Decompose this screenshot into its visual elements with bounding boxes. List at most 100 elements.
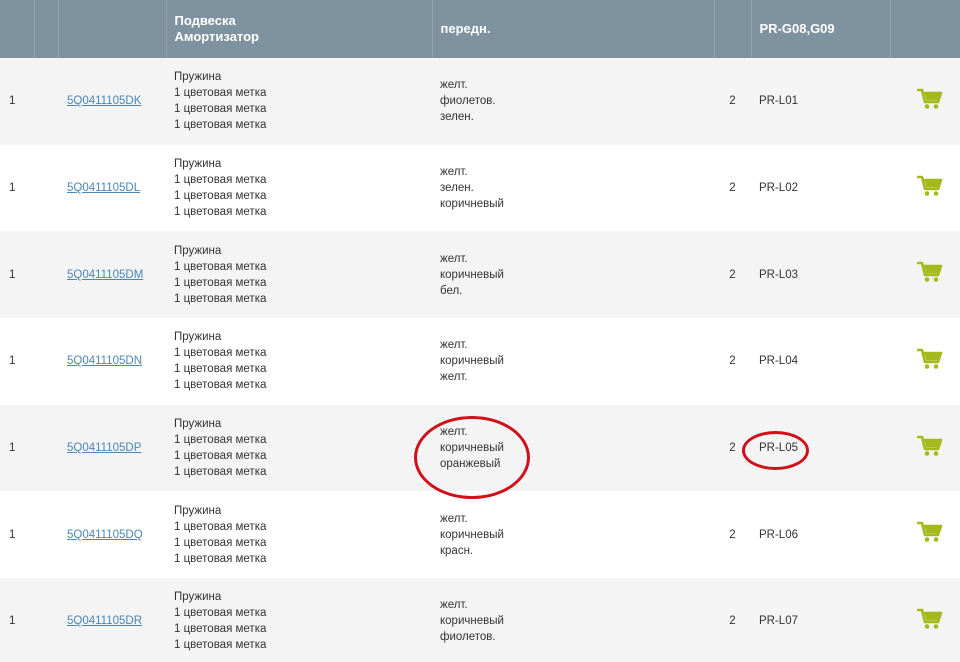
part-number-link[interactable]: 5Q0411105DM [67, 269, 143, 281]
shopping-cart-icon[interactable] [916, 521, 943, 543]
color-line: желт. [440, 79, 468, 92]
table-row: 1 5Q0411105DL Пружина 1 цветовая метка 1 цве… [0, 144, 960, 232]
part-number-cell: 5Q0411105DR [58, 578, 166, 662]
color-line: фиолетов. [440, 95, 496, 108]
row-spacer [34, 145, 58, 232]
header-col-cart [890, 0, 960, 58]
header-col-part [58, 0, 167, 58]
table-header: Подвеска Амортизатор передн. PR-G08,G09 [0, 0, 960, 58]
cart-cell [890, 145, 960, 232]
description-line: Пружина [174, 331, 222, 344]
pr-code: PR-L02 [759, 182, 798, 195]
shopping-cart-icon[interactable] [916, 175, 943, 197]
table-row: 1 5Q0411105DR Пружина 1 цветовая метка 1 цве… [0, 578, 960, 662]
part-number-link[interactable]: 5Q0411105DP [67, 442, 141, 454]
row-number: 1 [9, 95, 16, 108]
description-cell: Пружина 1 цветовая метка 1 цветовая метка 1… [166, 231, 432, 318]
table-row: 1 5Q0411105DP Пружина 1 цветовая метка 1 цве… [0, 404, 960, 492]
color-line: желт. [440, 339, 468, 352]
description-line: 1 цветовая метка [174, 623, 267, 636]
table-row: 1 5Q0411105DK Пружина 1 цветовая метка 1 цве… [0, 58, 960, 145]
description-line: 1 цветовая метка [174, 434, 267, 447]
color-line: желт. [440, 426, 468, 439]
table-body: 1 5Q0411105DK Пружина 1 цветовая метка 1 цве… [0, 58, 960, 662]
part-number-link[interactable]: 5Q0411105DR [67, 615, 142, 627]
shopping-cart-icon[interactable] [916, 348, 943, 370]
part-number-cell: 5Q0411105DN [58, 318, 166, 405]
description-line: 1 цветовая метка [174, 190, 267, 203]
color-marks-cell: желт. коричневый желт. [432, 318, 714, 405]
part-number-link[interactable]: 5Q0411105DL [67, 182, 140, 194]
quantity: 2 [729, 355, 736, 368]
description-line: 1 цветовая метка [174, 119, 267, 132]
color-marks-cell: желт. коричневый красн. [432, 491, 714, 578]
color-line: бел. [440, 284, 463, 297]
color-line: желт. [440, 166, 468, 179]
table-row: 1 5Q0411105DM Пружина 1 цветовая метка 1 цве… [0, 231, 960, 319]
shopping-cart-icon[interactable] [916, 435, 943, 457]
color-line: желт. [440, 512, 468, 525]
color-marks-cell: желт. коричневый бел. [432, 231, 714, 318]
shopping-cart-icon[interactable] [916, 608, 943, 630]
row-number: 1 [9, 615, 16, 628]
description-line: Пружина [174, 418, 222, 431]
row-spacer [34, 58, 58, 145]
color-line: зелен. [440, 182, 474, 195]
description-line: Пружина [174, 591, 222, 604]
header-row: Подвеска Амортизатор передн. PR-G08,G09 [0, 0, 960, 58]
cart-cell [890, 318, 960, 405]
cart-cell [890, 578, 960, 662]
color-line: желт. [440, 252, 468, 265]
description-cell: Пружина 1 цветовая метка 1 цветовая метка 1… [166, 58, 432, 145]
row-spacer [34, 491, 58, 578]
description-line: 1 цветовая метка [174, 276, 267, 289]
header-col-qty [714, 0, 752, 58]
description-line: 1 цветовая метка [174, 87, 267, 100]
part-number-link[interactable]: 5Q0411105DK [67, 95, 141, 107]
row-spacer [34, 231, 58, 318]
part-number-link[interactable]: 5Q0411105DQ [67, 529, 143, 541]
color-line: оранжевый [440, 458, 501, 471]
row-number: 1 [9, 442, 16, 455]
description-line: 1 цветовая метка [174, 260, 267, 273]
description-line: 1 цветовая метка [174, 292, 267, 305]
shopping-cart-icon[interactable] [916, 88, 943, 110]
pr-code: PR-L04 [759, 355, 798, 368]
description-line: 1 цветовая метка [174, 174, 267, 187]
header-col-description: Подвеска Амортизатор [166, 0, 433, 58]
description-line: 1 цветовая метка [174, 552, 267, 565]
pr-code: PR-L01 [759, 95, 798, 108]
table-row: 1 5Q0411105DN Пружина 1 цветовая метка 1 цве… [0, 318, 960, 405]
color-line: желт. [440, 371, 468, 384]
part-number-link[interactable]: 5Q0411105DN [67, 355, 142, 367]
row-number: 1 [9, 355, 16, 368]
cart-cell [890, 491, 960, 578]
header-col-blank [34, 0, 59, 58]
color-line: коричневый [440, 355, 504, 368]
description-line: 1 цветовая метка [174, 536, 267, 549]
description-line: 1 цветовая метка [174, 607, 267, 620]
pr-code: PR-L07 [759, 615, 798, 628]
header-col-pr-code: PR-G08,G09 [751, 0, 891, 58]
header-col-num [0, 0, 35, 58]
color-line: желт. [440, 599, 468, 612]
color-line: фиолетов. [440, 631, 496, 644]
color-line: коричневый [440, 615, 504, 628]
color-line: коричневый [440, 268, 504, 281]
table-row: 1 5Q0411105DQ Пружина 1 цветовая метка 1 цве… [0, 491, 960, 579]
row-spacer [34, 405, 58, 492]
cart-cell [890, 405, 960, 492]
pr-code: PR-L06 [759, 528, 798, 541]
color-line: зелен. [440, 111, 474, 124]
shopping-cart-icon[interactable] [916, 261, 943, 283]
description-line: Пружина [174, 71, 222, 84]
description-cell: Пружина 1 цветовая метка 1 цветовая метка 1… [166, 578, 432, 662]
description-cell: Пружина 1 цветовая метка 1 цветовая метка 1… [166, 405, 432, 492]
quantity: 2 [729, 442, 736, 455]
header-shock-absorber-label: Амортизатор [174, 29, 260, 44]
description-line: 1 цветовая метка [174, 450, 267, 463]
quantity: 2 [729, 95, 736, 108]
header-col-position: передн. [432, 0, 715, 58]
description-line: 1 цветовая метка [174, 206, 267, 219]
cart-cell [890, 231, 960, 318]
